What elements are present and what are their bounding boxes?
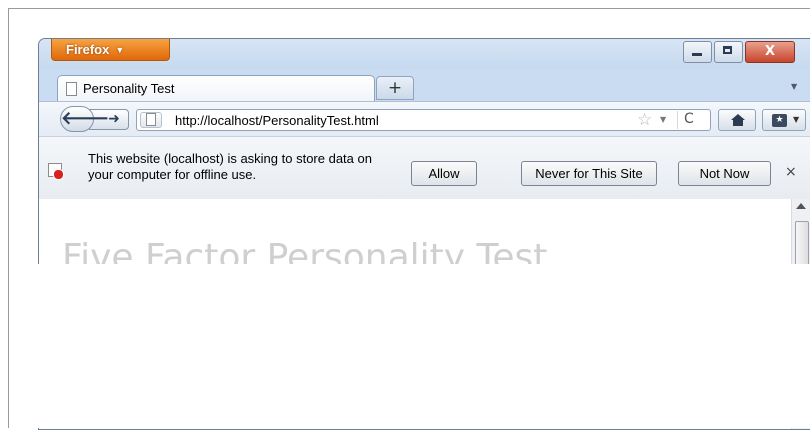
- firefox-menu-button[interactable]: Firefox ▼: [51, 39, 170, 61]
- tab-label: Personality Test: [83, 81, 175, 96]
- page-icon: [66, 81, 77, 96]
- url-text[interactable]: http://localhost/PersonalityTest.html: [175, 113, 379, 128]
- firefox-menu-label: Firefox: [66, 42, 110, 57]
- close-icon[interactable]: ×: [785, 164, 797, 180]
- screenshot-frame-left: [8, 264, 9, 428]
- forward-arrow-icon: ➜: [108, 111, 120, 127]
- chevron-down-icon: ▼: [115, 44, 125, 55]
- window-controls: X: [683, 41, 797, 63]
- bookmarks-button[interactable]: ★ ▼: [762, 109, 806, 131]
- minimize-button[interactable]: [683, 41, 712, 63]
- offline-storage-notification: This website (localhost) is asking to st…: [39, 136, 810, 200]
- page-icon: [146, 113, 156, 126]
- close-icon: X: [764, 44, 776, 59]
- site-identity-button[interactable]: [140, 112, 162, 128]
- scroll-up-icon[interactable]: [796, 203, 806, 209]
- home-button[interactable]: [718, 109, 756, 131]
- title-bar: Firefox ▼ X: [39, 39, 810, 69]
- offline-storage-icon: [48, 163, 64, 180]
- screenshot-frame-top: [8, 8, 810, 9]
- back-button[interactable]: 🡐: [60, 106, 109, 132]
- not-now-button[interactable]: Not Now: [678, 161, 771, 186]
- maximize-icon: [723, 46, 732, 54]
- history-dropdown-icon[interactable]: ▼: [660, 115, 666, 124]
- bookmark-star-icon[interactable]: ☆: [637, 110, 652, 130]
- reload-icon[interactable]: C: [677, 111, 694, 129]
- maximize-button[interactable]: [714, 41, 743, 63]
- close-window-button[interactable]: X: [745, 41, 795, 63]
- minimize-icon: [692, 53, 702, 56]
- blocked-badge-icon: [53, 169, 64, 180]
- never-for-this-site-button[interactable]: Never for This Site: [521, 161, 657, 186]
- tab-personality-test[interactable]: Personality Test: [57, 75, 375, 101]
- tab-bar: Personality Test + ▼: [39, 69, 810, 101]
- chevron-down-icon: ▼: [793, 115, 800, 124]
- screenshot-cutoff-area: [0, 264, 810, 428]
- navigation-toolbar: ➜ 🡐 http://localhost/PersonalityTest.htm…: [39, 101, 810, 136]
- url-bar[interactable]: http://localhost/PersonalityTest.html ☆ …: [136, 109, 711, 131]
- home-icon-base: [733, 120, 743, 126]
- notification-message: This website (localhost) is asking to st…: [88, 151, 372, 182]
- bookmarks-icon: ★: [772, 114, 787, 127]
- list-all-tabs-icon[interactable]: ▼: [791, 82, 797, 91]
- new-tab-button[interactable]: +: [376, 76, 414, 100]
- allow-button[interactable]: Allow: [411, 161, 477, 186]
- back-arrow-icon: 🡐: [61, 108, 110, 129]
